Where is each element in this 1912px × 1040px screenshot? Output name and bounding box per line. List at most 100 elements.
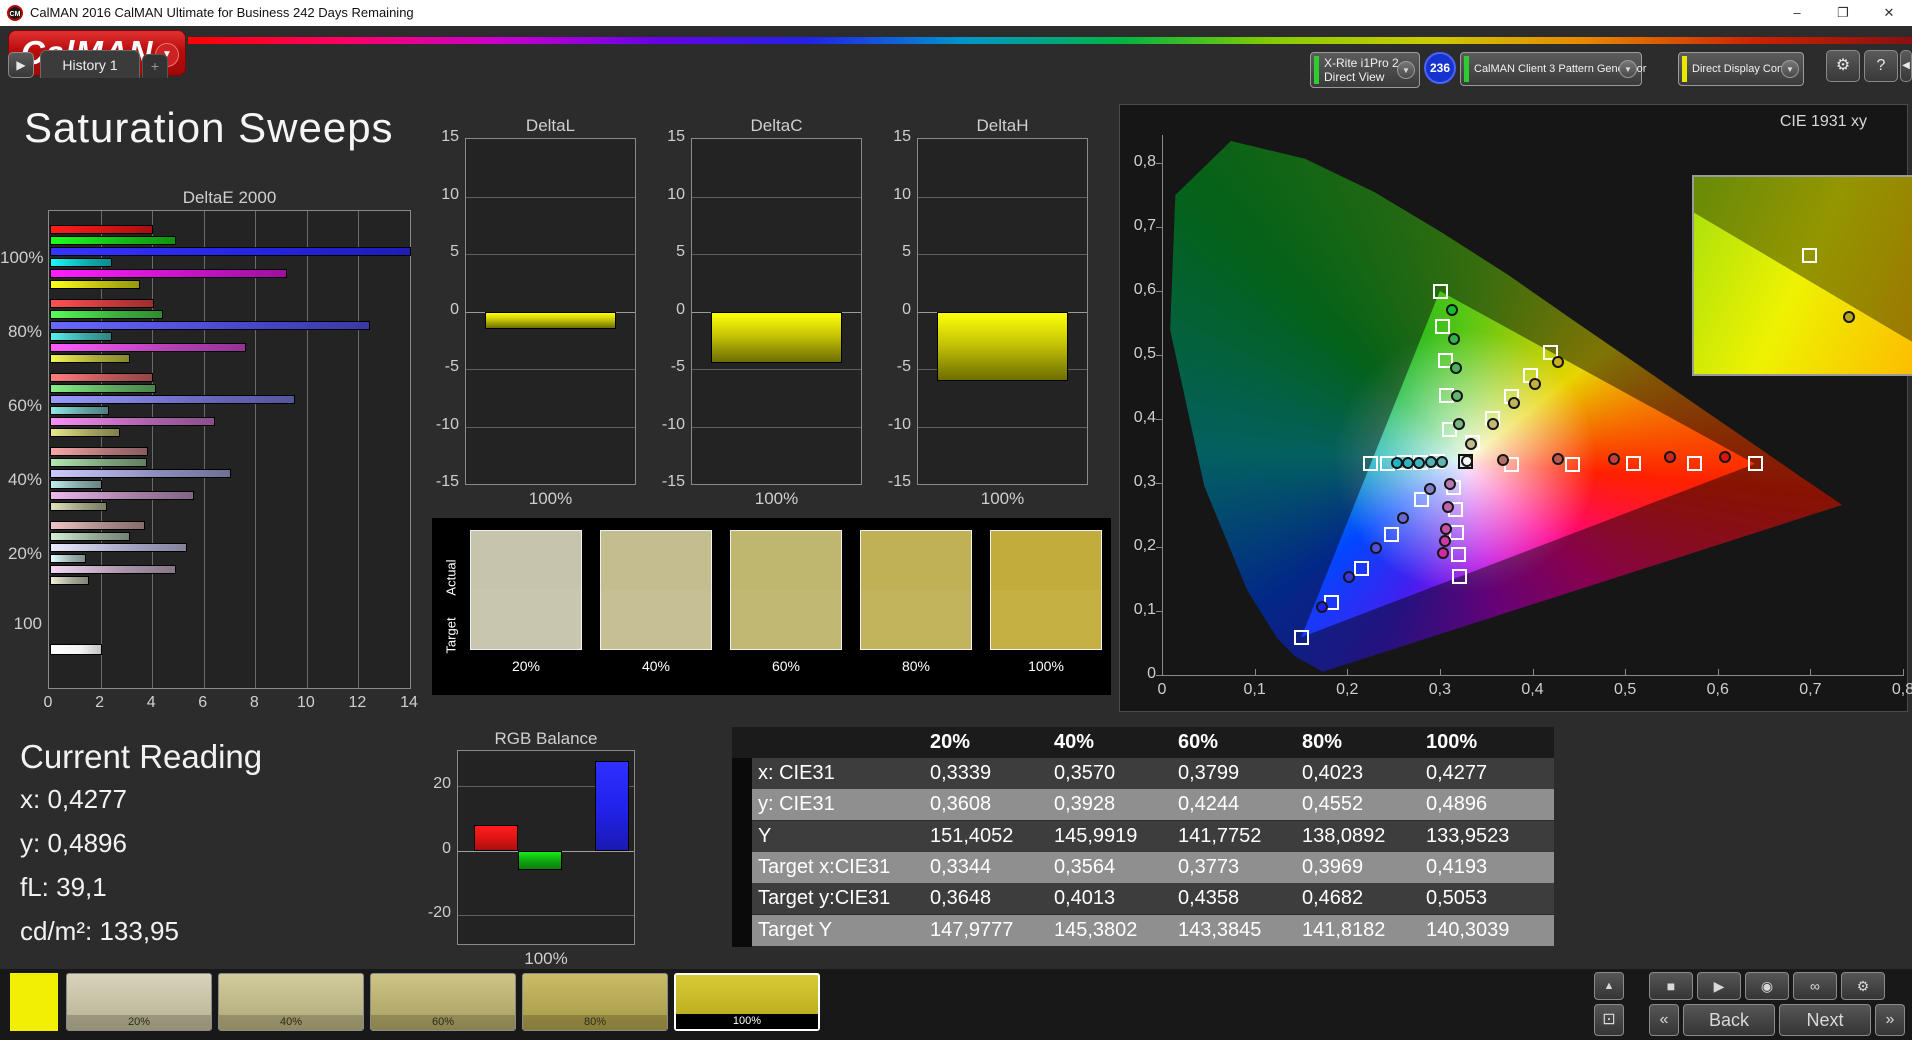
next-button[interactable]: Next <box>1779 1004 1871 1036</box>
deltaL-y-tick: -15 <box>435 473 459 490</box>
current-reading-x: x: 0,4277 <box>20 784 127 814</box>
deltae-bar-yellow-40% <box>50 502 107 511</box>
table-left-strip <box>732 851 752 884</box>
cie-measured-point-magenta <box>1438 534 1451 547</box>
pattern-button-60%[interactable]: 60% <box>370 973 516 1031</box>
table-row-label: Y <box>758 824 772 847</box>
deltaC-gridline <box>692 196 861 198</box>
saturation-swatch-strip: Actual Target 20% 40% 60% 80% 100% <box>432 518 1111 695</box>
source-dropdown[interactable]: CalMAN Client 3 Pattern Generator ▼ <box>1460 52 1646 86</box>
table-cell: 0,4244 <box>1178 793 1240 816</box>
table-cell: 0,5053 <box>1426 887 1488 910</box>
cie-x-tick: 0,4 <box>1521 681 1544 698</box>
help-icon[interactable]: ? <box>1864 50 1898 82</box>
deltae-x-tick: 14 <box>400 694 418 711</box>
tab-history-1[interactable]: History 1 <box>40 50 140 78</box>
pattern-button-label: 60% <box>371 1015 515 1030</box>
deltaH-y-tick: 15 <box>893 128 911 145</box>
cie-y-tickmark <box>1156 675 1162 676</box>
deltaH-x-label: 100% <box>980 489 1025 508</box>
measurement-table: 20% 40% 60% 80% 100% x: CIE31 0,3339 0,3570 0,37… <box>732 727 1554 947</box>
table-cell: 0,3928 <box>1054 793 1116 816</box>
meter-dropdown[interactable]: X-Rite i1Pro 2 Direct View ▼ <box>1310 52 1420 88</box>
pattern-button-100%[interactable]: 100% <box>674 973 820 1031</box>
current-reading-y: y: 0,4896 <box>20 828 127 858</box>
deltae-group-label: 40% <box>7 470 42 489</box>
deltaC-y-tick: 10 <box>667 185 685 203</box>
table-cell: 0,3608 <box>930 793 992 816</box>
play-icon[interactable]: ▶ <box>1697 972 1741 1000</box>
display-chevron-down-icon[interactable]: ▼ <box>1781 60 1799 78</box>
deltae-bar-blue-20% <box>50 543 187 552</box>
pattern-button-label: 20% <box>67 1015 211 1030</box>
stop-icon[interactable]: ■ <box>1649 972 1693 1000</box>
window-icon[interactable]: ⊡ <box>1594 1004 1624 1036</box>
rgb-balance-chart <box>457 750 635 945</box>
deltae-bar-red-100% <box>50 225 154 234</box>
cie-measured-point-yellow <box>1552 355 1565 368</box>
minimize-button[interactable]: – <box>1774 0 1820 26</box>
back-button[interactable]: Back <box>1683 1004 1775 1036</box>
source-chevron-down-icon[interactable]: ▼ <box>1619 60 1637 78</box>
layout-expand-button[interactable]: ▶ <box>8 52 34 78</box>
deltaL-y-tick: -10 <box>435 415 459 433</box>
rgb-balance-title: RGB Balance <box>494 729 598 748</box>
settings-gear-icon[interactable]: ⚙ <box>1826 50 1860 82</box>
pattern-button-40%[interactable]: 40% <box>218 973 364 1031</box>
saturation-swatch-20% <box>470 530 582 650</box>
deltaH-title: DeltaH <box>976 116 1029 135</box>
forward-icon[interactable]: » <box>1875 1004 1905 1036</box>
cie-measured-point-blue <box>1423 482 1436 495</box>
table-row-label: Target x:CIE31 <box>758 855 891 878</box>
cie-y-tick: 0,1 <box>1133 601 1156 619</box>
pattern-button-20%[interactable]: 20% <box>66 973 212 1031</box>
cie-measured-point-cyan <box>1424 455 1437 468</box>
cie-measured-point-green <box>1449 361 1462 374</box>
table-row: Target y:CIE31 0,3648 0,4013 0,4358 0,4682 0,… <box>732 883 1554 916</box>
deltaC-chart <box>691 138 862 485</box>
cie-measured-point-cyan <box>1391 456 1404 469</box>
swatch-label-80%: 80% <box>901 658 931 674</box>
deltae-bar-red-20% <box>50 521 146 530</box>
deltae-gridline <box>255 211 257 688</box>
close-button[interactable]: ✕ <box>1866 0 1912 26</box>
deltae-bar-green-20% <box>50 532 130 541</box>
table-header-cell: 80% <box>1302 731 1343 753</box>
deltae-chart <box>48 210 411 689</box>
calman-app: CM CalMAN 2016 CalMAN Ultimate for Busin… <box>0 0 1912 1040</box>
cie-measured-point-blue <box>1369 541 1382 554</box>
table-cell: 0,3570 <box>1054 762 1116 784</box>
deltaL-chart <box>465 138 636 485</box>
window-title: CalMAN 2016 CalMAN Ultimate for Business… <box>30 5 414 20</box>
deltae-bar-white-100 <box>50 644 102 655</box>
table-cell: 0,4896 <box>1426 793 1488 816</box>
add-tab-button[interactable]: + <box>142 54 168 78</box>
table-cell: 140,3039 <box>1426 918 1510 941</box>
target-row-label: Target <box>443 617 459 654</box>
cie-measured-point-cyan <box>1435 455 1448 468</box>
settings-icon[interactable]: ⚙ <box>1841 972 1885 1000</box>
cie-y-tick: 0,7 <box>1133 217 1156 235</box>
table-header-cell: 100% <box>1426 731 1478 753</box>
pattern-button-80%[interactable]: 80% <box>522 973 668 1031</box>
deltaC-y-tick: 5 <box>676 243 685 260</box>
deltae-bar-yellow-20% <box>50 576 89 585</box>
rgb-bar-blue <box>595 760 629 851</box>
cie-1931-panel: CIE 1931 xy 0 0 0,1 0,1 0,2 0,2 0,3 0,3 0,4 0,4 0,… <box>1119 104 1912 712</box>
table-cell: 145,9919 <box>1054 824 1138 847</box>
loop-icon[interactable]: ∞ <box>1793 972 1837 1000</box>
swatch-label-60%: 60% <box>771 658 801 674</box>
cie-x-tickmark <box>1532 669 1534 675</box>
prev-icon[interactable]: « <box>1649 1004 1679 1036</box>
display-dropdown[interactable]: Direct Display Control ▼ <box>1678 52 1804 86</box>
table-header-cell: 20% <box>930 731 971 753</box>
deltae-bar-cyan-80% <box>50 332 112 341</box>
table-cell: 0,4552 <box>1302 793 1364 816</box>
collapse-panel-icon[interactable]: ◀ <box>1900 50 1912 82</box>
maximize-button[interactable]: ❐ <box>1820 0 1866 26</box>
meter-icon[interactable]: ◉ <box>1745 972 1789 1000</box>
table-header-cell <box>752 727 930 758</box>
meter-chevron-down-icon[interactable]: ▼ <box>1397 61 1415 79</box>
eject-icon[interactable]: ▲ <box>1594 972 1624 1000</box>
table-cell: 0,3339 <box>930 762 992 784</box>
